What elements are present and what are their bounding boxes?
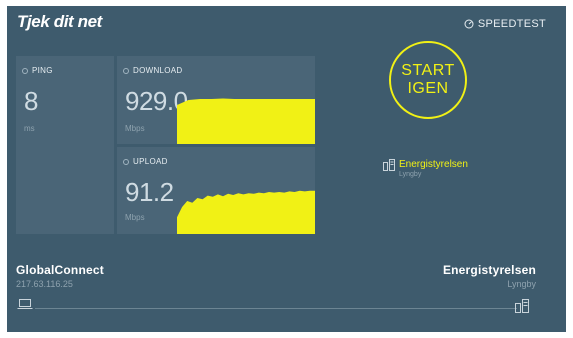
server-name: Energistyrelsen [399,159,468,170]
isp-name: GlobalConnect [16,263,104,277]
server-icon [515,299,529,313]
upload-icon [123,158,129,165]
download-graph [177,98,315,144]
start-button-line2: IGEN [407,80,449,97]
server-icon [383,159,395,171]
server-location: Lyngby [399,171,422,178]
download-unit: Mbps [125,124,145,133]
laptop-icon [17,299,33,309]
host-location: Lyngby [507,279,536,289]
selected-server[interactable]: Energistyrelsen Lyngby [383,159,468,178]
upload-graph-area [177,190,315,234]
upload-tile: UPLOAD 91.2 Mbps [117,147,315,234]
speedtest-link[interactable]: SPEEDTEST [464,18,546,30]
download-graph-area [177,98,315,144]
speedtest-app: Tjek dit net SPEEDTEST PING 8 ms DOWNLOA… [7,6,566,332]
upload-value: 91.2 [125,177,174,207]
upload-unit: Mbps [125,213,145,222]
ping-icon [22,67,28,74]
ping-tile: PING 8 ms [16,56,114,234]
download-icon [123,67,129,74]
ip-address: 217.63.116.25 [16,279,73,289]
host-name: Energistyrelsen [442,263,536,277]
ping-value: 8 [24,86,38,116]
isp-info: GlobalConnect 217.63.116.25 [16,263,104,289]
connection-line [35,308,517,309]
speedtest-label: SPEEDTEST [477,18,546,30]
upload-label: UPLOAD [133,157,168,166]
ping-unit: ms [24,124,35,133]
upload-graph [177,190,315,234]
host-info: Energistyrelsen Lyngby [443,263,536,289]
start-again-button[interactable]: START IGEN [389,41,467,119]
gauge-icon [464,19,474,29]
site-logo[interactable]: Tjek dit net [17,12,102,32]
start-button-line1: START [401,62,455,79]
ping-label: PING [32,66,53,75]
download-tile: DOWNLOAD 929.0 Mbps [117,56,315,144]
download-label: DOWNLOAD [133,66,183,75]
